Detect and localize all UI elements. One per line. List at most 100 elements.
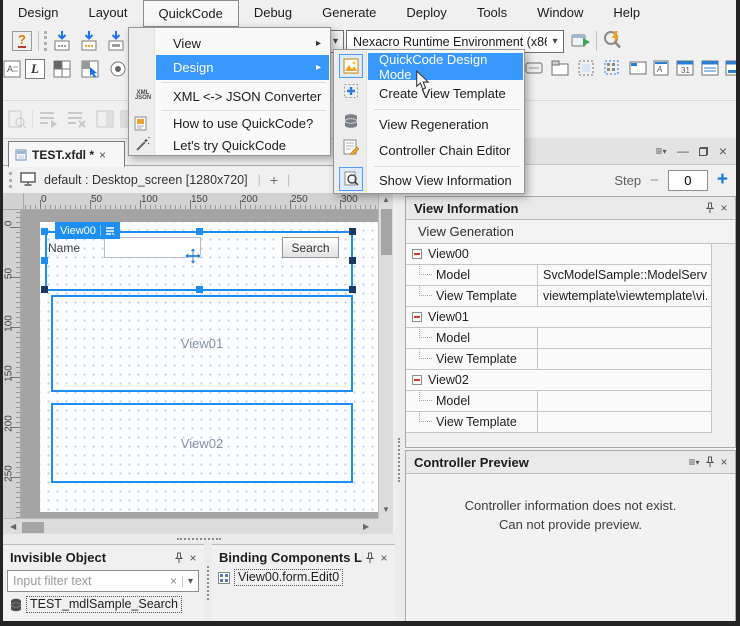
tree-group-row[interactable]: View02 [406, 370, 712, 391]
toolbar-grip[interactable] [44, 31, 47, 51]
close-icon[interactable]: × [377, 551, 391, 565]
import-data-icon[interactable] [106, 30, 126, 52]
resize-handle[interactable] [41, 228, 48, 235]
radio-component-icon[interactable] [108, 59, 128, 79]
object-filter-box[interactable]: × ▾ [7, 570, 199, 592]
layout-grid-icon[interactable] [52, 59, 72, 79]
tree-property-row[interactable]: View Template viewtemplate\viewtemplate\… [406, 286, 712, 307]
invisible-object-header[interactable]: Invisible Object × [3, 545, 204, 568]
calendar-icon[interactable]: 31 [676, 59, 694, 77]
scroll-right-icon[interactable]: ▶ [363, 523, 369, 531]
tree-property-row[interactable]: Model [406, 391, 712, 412]
view00-label-tab[interactable]: View00 [55, 222, 120, 239]
menu-item-how-to-use[interactable]: How to use QuickCode? [130, 112, 329, 135]
collapse-icon[interactable] [412, 312, 422, 322]
quick-search-icon[interactable] [601, 29, 624, 52]
launch-runtime-icon[interactable] [571, 33, 591, 50]
close-icon[interactable]: × [186, 551, 200, 565]
scroll-thumb[interactable] [22, 522, 44, 533]
resize-handle[interactable] [349, 286, 356, 293]
resize-handle[interactable] [196, 286, 203, 293]
menu-item-lets-try[interactable]: Let's try QuickCode [130, 135, 329, 156]
calendar-grid-icon[interactable] [701, 59, 719, 77]
menu-item-xml-json-converter[interactable]: XML <-> JSON Converter [130, 84, 329, 108]
binding-component-item[interactable]: View00.form.Edit0 [218, 569, 343, 586]
collapse-icon[interactable] [412, 375, 422, 385]
selection-rect-icon[interactable] [603, 59, 621, 77]
menu-deploy[interactable]: Deploy [391, 0, 461, 27]
step-decrement-button[interactable]: − [650, 172, 659, 189]
static-text-icon[interactable]: A [2, 59, 22, 79]
canvas-vertical-scrollbar[interactable]: ▲ ▼ [378, 193, 393, 518]
menu-help[interactable]: Help [598, 0, 655, 27]
tree-property-row[interactable]: Model [406, 328, 712, 349]
menu-quickcode[interactable]: QuickCode [143, 0, 239, 27]
scroll-thumb[interactable] [381, 209, 392, 255]
config-grip[interactable] [9, 172, 12, 188]
resize-handle[interactable] [41, 257, 48, 264]
help-contents-icon[interactable]: ? [12, 31, 32, 51]
scroll-left-icon[interactable]: ◀ [10, 523, 16, 531]
minimize-icon[interactable]: — [676, 144, 690, 158]
view-information-header[interactable]: View Information × [406, 197, 735, 220]
controller-preview-header[interactable]: Controller Preview ≡▾ × [406, 451, 735, 474]
invisible-object-item[interactable]: TEST_mdlSample_Search [10, 596, 182, 613]
bottom-panel-splitter[interactable] [204, 544, 212, 621]
add-screen-button[interactable]: + [270, 172, 278, 188]
tab-test-xfdl[interactable]: TEST.xfdl * × [8, 141, 125, 167]
panel-menu-icon[interactable]: ≡▾ [652, 144, 670, 158]
vertical-splitter[interactable] [395, 138, 405, 621]
step-value-input[interactable] [668, 170, 708, 191]
menu-window[interactable]: Window [522, 0, 598, 27]
screen-config-label[interactable]: default : Desktop_screen [1280x720] [44, 173, 248, 187]
submenu-item-show-view-information[interactable]: Show View Information [368, 168, 523, 193]
resize-handle[interactable] [196, 228, 203, 235]
layout-select-icon[interactable] [80, 59, 100, 79]
horizontal-splitter[interactable] [3, 534, 395, 544]
submenu-item-view-regeneration[interactable]: View Regeneration [368, 111, 523, 137]
pin-icon[interactable] [703, 201, 717, 215]
submenu-item-controller-chain-editor[interactable]: Controller Chain Editor [368, 137, 523, 163]
canvas-horizontal-scrollbar[interactable]: ◀ ▶ [3, 518, 378, 534]
resize-handle[interactable] [349, 228, 356, 235]
tree-property-row[interactable]: Model SvcModelSample::ModelServic... [406, 265, 712, 286]
view02-container[interactable]: View02 [51, 403, 353, 483]
close-icon[interactable]: × [716, 144, 730, 158]
search-button[interactable]: Search [282, 237, 339, 258]
design-canvas[interactable]: View00 Name Search View01 View02 [21, 210, 378, 518]
library-insert-icon[interactable]: L [25, 59, 45, 79]
tree-group-row[interactable]: View00 [406, 244, 712, 265]
close-icon[interactable]: × [717, 201, 731, 215]
tree-property-row[interactable]: View Template [406, 412, 712, 433]
clear-filter-icon[interactable]: × [165, 574, 182, 588]
menu-tools[interactable]: Tools [462, 0, 522, 27]
textarea-component-icon[interactable]: A [652, 59, 670, 77]
import-screen-icon[interactable] [52, 30, 72, 52]
panel-menu-icon[interactable]: ≡▾ [685, 455, 703, 469]
tab-component-icon[interactable] [551, 59, 569, 77]
scroll-down-icon[interactable]: ▼ [382, 506, 390, 514]
menu-item-design[interactable]: Design ▸ [156, 55, 329, 80]
tree-group-row[interactable]: View01 [406, 307, 712, 328]
pin-icon[interactable] [172, 551, 186, 565]
frame-component-icon[interactable] [629, 59, 647, 77]
restore-icon[interactable] [696, 144, 710, 158]
pin-icon[interactable] [703, 455, 717, 469]
submenu-item-quickcode-design-mode[interactable]: QuickCode Design Mode [368, 53, 523, 80]
filter-caret-icon[interactable]: ▾ [182, 576, 198, 587]
menu-design[interactable]: Design [3, 0, 73, 27]
view01-container[interactable]: View01 [51, 295, 353, 392]
collapse-icon[interactable] [412, 249, 422, 259]
div-component-icon[interactable] [577, 59, 595, 77]
menu-debug[interactable]: Debug [239, 0, 307, 27]
close-icon[interactable]: × [717, 455, 731, 469]
resize-handle[interactable] [41, 286, 48, 293]
binding-components-header[interactable]: Binding Components List ... × [212, 545, 395, 568]
scroll-up-icon[interactable]: ▲ [382, 196, 390, 204]
step-increment-button[interactable]: + [717, 169, 728, 191]
pin-icon[interactable] [363, 551, 377, 565]
resize-handle[interactable] [349, 257, 356, 264]
import-model-icon[interactable] [79, 30, 99, 52]
menu-item-view[interactable]: View ▸ [130, 31, 329, 55]
tab-close-icon[interactable]: × [99, 148, 106, 162]
